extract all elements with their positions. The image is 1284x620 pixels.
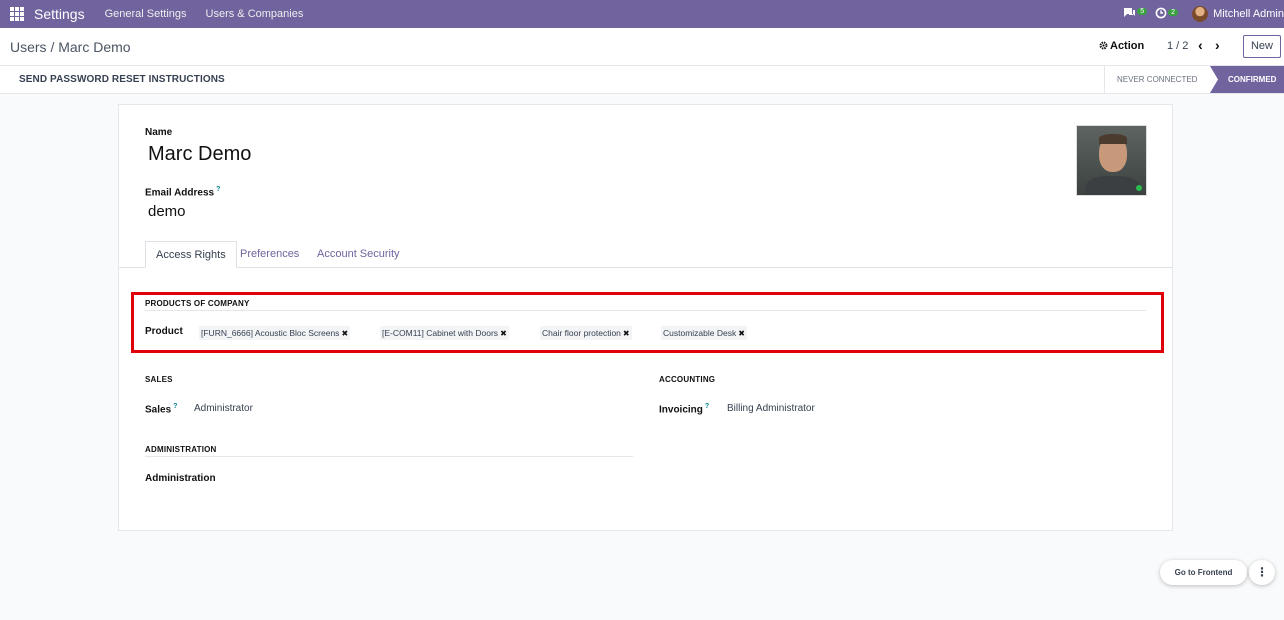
- invoicing-label-text: Invoicing: [659, 404, 703, 416]
- section-divider: [145, 310, 1146, 311]
- chat-count-badge: 5: [1137, 8, 1148, 15]
- close-icon[interactable]: ✖: [500, 329, 507, 338]
- online-status-dot: [1136, 185, 1142, 191]
- product-tag[interactable]: Customizable Desk ✖: [661, 326, 747, 340]
- activity-count-badge: 2: [1168, 8, 1179, 16]
- tab-access-rights[interactable]: Access Rights: [145, 241, 237, 268]
- form-sheet: Name Marc Demo Email Address? demo Acces…: [118, 104, 1173, 531]
- stage-confirmed[interactable]: CONFIRMED: [1210, 66, 1284, 93]
- help-icon[interactable]: ?: [216, 186, 220, 193]
- user-avatar[interactable]: [1192, 6, 1209, 22]
- user-photo[interactable]: [1076, 125, 1147, 196]
- gear-icon: [1099, 41, 1108, 50]
- help-icon[interactable]: ?: [173, 403, 177, 410]
- tab-preferences[interactable]: Preferences: [240, 241, 299, 268]
- status-bar: SEND PASSWORD RESET INSTRUCTIONS NEVER C…: [0, 66, 1284, 94]
- highlight-box: [131, 292, 1164, 353]
- close-icon[interactable]: ✖: [738, 329, 745, 338]
- tag-label: Chair floor protection: [542, 328, 621, 338]
- section-title-sales: SALES: [145, 375, 173, 384]
- name-field[interactable]: Marc Demo: [148, 143, 251, 166]
- product-tag[interactable]: Chair floor protection ✖: [540, 326, 632, 340]
- clock-icon: [1155, 7, 1167, 18]
- chevron-right-icon[interactable]: ›: [1215, 37, 1220, 53]
- product-tag[interactable]: [E-COM11] Cabinet with Doors ✖: [380, 326, 509, 340]
- stage-never-connected[interactable]: NEVER CONNECTED: [1104, 66, 1216, 93]
- app-title[interactable]: Settings: [34, 6, 85, 22]
- photo-hair: [1099, 134, 1127, 144]
- invoicing-field[interactable]: Billing Administrator: [727, 403, 815, 414]
- control-panel: Users / Marc Demo Action 1 / 2 ‹ › New: [0, 28, 1284, 66]
- section-divider: [145, 456, 633, 457]
- name-label: Name: [145, 127, 173, 138]
- tag-label: [FURN_6666] Acoustic Bloc Screens: [201, 328, 340, 338]
- chat-button[interactable]: 5: [1123, 7, 1148, 21]
- tag-label: [E-COM11] Cabinet with Doors: [382, 328, 499, 338]
- pager-value[interactable]: 1 / 2: [1167, 40, 1188, 52]
- help-icon[interactable]: ?: [705, 403, 709, 410]
- chevron-left-icon[interactable]: ‹: [1198, 37, 1203, 53]
- navbar-right: 5 2 Mitchell Admin: [1123, 0, 1284, 28]
- administration-label: Administration: [145, 473, 216, 484]
- close-icon[interactable]: ✖: [341, 329, 348, 338]
- send-password-reset-button[interactable]: SEND PASSWORD RESET INSTRUCTIONS: [19, 74, 225, 85]
- section-title-administration: ADMINISTRATION: [145, 445, 217, 454]
- sales-label: Sales?: [145, 403, 177, 415]
- invoicing-label: Invoicing?: [659, 403, 709, 415]
- top-navbar: Settings General Settings Users & Compan…: [0, 0, 1284, 28]
- chat-icon: [1124, 8, 1136, 17]
- photo-body: [1085, 176, 1141, 195]
- email-label: Email Address?: [145, 186, 220, 198]
- action-label: Action: [1110, 40, 1145, 52]
- product-tag[interactable]: [FURN_6666] Acoustic Bloc Screens ✖: [199, 326, 351, 340]
- menu-users-companies[interactable]: Users & Companies: [206, 8, 304, 20]
- email-label-text: Email Address: [145, 187, 215, 199]
- apps-grid-icon[interactable]: [10, 7, 24, 21]
- section-title-accounting: ACCOUNTING: [659, 375, 716, 384]
- menu-general-settings[interactable]: General Settings: [105, 8, 187, 20]
- sales-field[interactable]: Administrator: [194, 403, 253, 414]
- more-options-icon[interactable]: ⋮: [1249, 560, 1275, 585]
- close-icon[interactable]: ✖: [623, 329, 630, 338]
- section-title-products: PRODUCTS OF COMPANY: [145, 299, 250, 308]
- tag-label: Customizable Desk: [663, 328, 737, 338]
- new-button[interactable]: New: [1243, 35, 1281, 58]
- action-button[interactable]: Action: [1099, 40, 1144, 52]
- form-tabs: Access Rights Preferences Account Securi…: [119, 241, 1172, 268]
- go-to-frontend-button[interactable]: Go to Frontend: [1160, 560, 1247, 585]
- breadcrumb[interactable]: Users / Marc Demo: [10, 39, 131, 55]
- product-label: Product: [145, 326, 183, 337]
- sales-label-text: Sales: [145, 404, 172, 416]
- activity-button[interactable]: 2: [1155, 7, 1179, 22]
- user-menu[interactable]: Mitchell Admin: [1213, 8, 1284, 20]
- email-field[interactable]: demo: [148, 203, 186, 220]
- tab-account-security[interactable]: Account Security: [317, 241, 400, 268]
